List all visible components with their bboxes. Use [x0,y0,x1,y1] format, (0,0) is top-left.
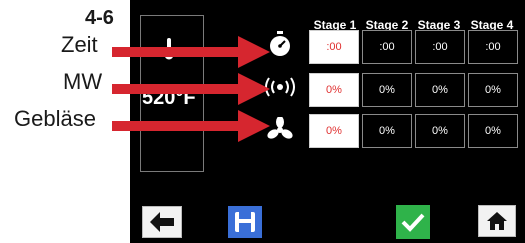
fan-cell-stage-4[interactable]: 0% [468,114,518,148]
fan-annotation-label: Gebläse [14,106,96,131]
time-cell-stage-3[interactable]: :00 [415,30,465,64]
back-button[interactable] [142,206,182,238]
time-cell-stage-4[interactable]: :00 [468,30,518,64]
time-annotation-label: Zeit [61,32,98,57]
mw-cell-stage-2[interactable]: 0% [362,73,412,107]
mw-cell-stage-1[interactable]: 0% [309,73,359,107]
fan-cell-stage-1[interactable]: 0% [309,114,359,148]
confirm-button[interactable] [396,205,430,239]
step-label: 4-6 [85,7,114,29]
checkmark-icon [401,213,425,232]
fan-cell-stage-3[interactable]: 0% [415,114,465,148]
mw-cell-stage-4[interactable]: 0% [468,73,518,107]
save-icon [235,212,255,232]
time-cell-stage-2[interactable]: :00 [362,30,412,64]
mw-annotation-label: MW [63,69,103,94]
home-button[interactable] [478,205,516,237]
fan-cell-stage-2[interactable]: 0% [362,114,412,148]
mw-cell-stage-3[interactable]: 0% [415,73,465,107]
home-icon [487,212,507,230]
back-arrow-icon [150,212,174,232]
save-button[interactable] [228,206,262,238]
time-cell-stage-1[interactable]: :00 [309,30,359,64]
